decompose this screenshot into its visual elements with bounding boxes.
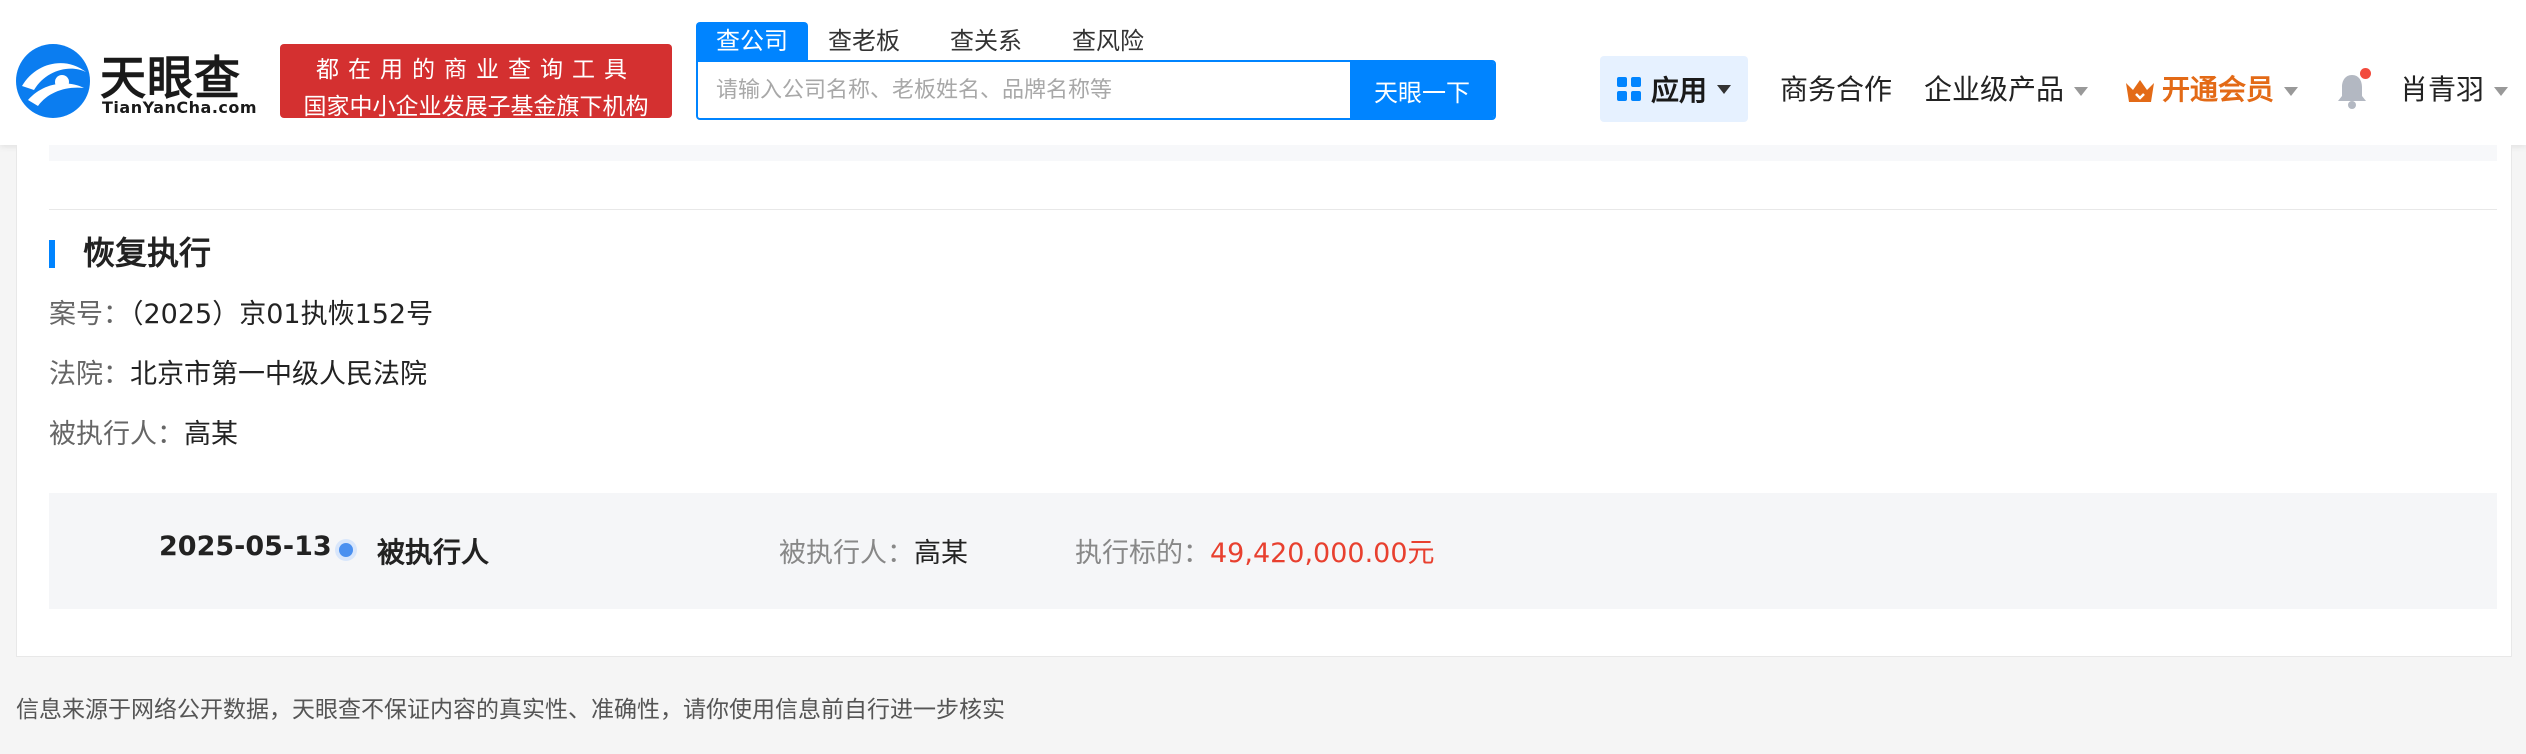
case-number-row: 案号：（2025）京01执恢152号 — [49, 295, 433, 335]
court-label: 法院： — [49, 359, 130, 390]
tab-search-risk[interactable]: 查风险 — [1054, 22, 1162, 60]
timeline-date: 2025-05-13 — [159, 531, 332, 562]
chevron-down-icon — [2494, 86, 2509, 96]
timeline-dot — [339, 543, 353, 557]
executee-row: 被执行人：高某 — [49, 415, 238, 455]
nav-vip-label: 开通会员 — [2162, 73, 2275, 106]
search-box: 天眼一下 — [696, 60, 1496, 120]
case-number-label: 案号： — [49, 299, 130, 330]
crown-icon — [2126, 80, 2154, 102]
timeline-amount: 执行标的：49,420,000.00元 — [1075, 531, 1435, 570]
chevron-down-icon — [2074, 86, 2089, 96]
search-button[interactable]: 天眼一下 — [1350, 60, 1494, 120]
apps-label: 应用 — [1650, 74, 1707, 107]
top-header: 天眼查 TianYanCha.com 都在用的商业查询工具 国家中小企业发展子基… — [0, 0, 2526, 145]
section-title: 恢复执行 — [49, 233, 211, 273]
eye-logo-icon — [16, 44, 90, 118]
timeline-entry: 2025-05-13 被执行人 被执行人：高某 执行标的：49,420,000.… — [49, 493, 2497, 609]
court-row: 法院：北京市第一中级人民法院 — [49, 355, 427, 395]
timeline-amount-value: 49,420,000.00元 — [1210, 538, 1435, 569]
notification-dot — [2360, 68, 2371, 79]
chevron-down-icon — [2284, 86, 2299, 96]
tab-search-relation[interactable]: 查关系 — [932, 22, 1040, 60]
timeline-person-label: 被执行人： — [779, 538, 914, 569]
section-divider — [49, 209, 2497, 210]
timeline-person: 被执行人：高某 — [779, 531, 968, 570]
tab-search-company[interactable]: 查公司 — [696, 22, 808, 60]
notification-bell-icon[interactable] — [2336, 68, 2372, 109]
nav-enterprise-label: 企业级产品 — [1924, 73, 2065, 106]
nav-open-vip[interactable]: 开通会员 — [2124, 70, 2299, 110]
apps-grid-icon — [1616, 77, 1641, 101]
timeline-person-value: 高某 — [914, 538, 968, 569]
logo-text-en: TianYanCha.com — [102, 98, 258, 117]
executee-label: 被执行人： — [49, 419, 184, 450]
timeline-amount-label: 执行标的： — [1075, 538, 1210, 569]
apps-menu-button[interactable]: 应用 — [1600, 56, 1748, 122]
user-menu[interactable]: 肖青羽 — [2400, 70, 2509, 110]
tab-search-boss[interactable]: 查老板 — [810, 22, 918, 60]
disclaimer-note: 信息来源于网络公开数据，天眼查不保证内容的真实性、准确性，请你使用信息前自行进一… — [16, 697, 1005, 723]
nav-business-cooperation[interactable]: 商务合作 — [1780, 70, 1892, 110]
case-number-value: （2025）京01执恢152号 — [130, 299, 434, 330]
court-value: 北京市第一中级人民法院 — [130, 359, 427, 390]
search-tabs: 查公司 查老板 查关系 查风险 — [696, 22, 1176, 60]
content-card: 恢复执行 案号：（2025）京01执恢152号 法院：北京市第一中级人民法院 被… — [16, 145, 2512, 657]
previous-section-remnant — [49, 145, 2497, 161]
tianyancha-logo[interactable]: 天眼查 TianYanCha.com — [14, 42, 272, 122]
search-input[interactable] — [698, 62, 1352, 118]
chevron-down-icon — [1717, 84, 1731, 94]
nav-enterprise-products[interactable]: 企业级产品 — [1924, 70, 2089, 110]
executee-value: 高某 — [184, 419, 238, 450]
slogan-line-2: 国家中小企业发展子基金旗下机构 — [303, 94, 649, 120]
search-area: 查公司 查老板 查关系 查风险 天眼一下 — [696, 22, 1496, 122]
user-name: 肖青羽 — [2400, 73, 2485, 106]
timeline-role: 被执行人 — [377, 536, 490, 569]
slogan-badge: 都在用的商业查询工具 国家中小企业发展子基金旗下机构 — [280, 44, 672, 120]
slogan-line-1: 都在用的商业查询工具 — [316, 57, 636, 83]
